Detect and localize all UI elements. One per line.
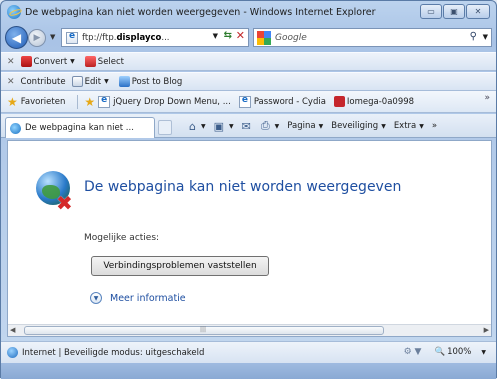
contribute-toolbar: ✕ Contribute Edit ▼ Post to Blog	[1, 72, 496, 91]
window-bottom-edge	[1, 363, 496, 379]
blog-icon	[118, 76, 130, 87]
search-options-dropdown-icon[interactable]: ▼	[483, 33, 488, 41]
page-icon	[238, 95, 251, 108]
title-bar: De webpagina kan niet worden weergegeven…	[1, 1, 496, 23]
edit-icon	[71, 76, 83, 87]
feeds-button[interactable]: ▣ ▼	[214, 120, 234, 133]
error-heading: De webpagina kan niet worden weergegeven	[84, 179, 402, 195]
mail-icon: ✉	[241, 119, 251, 133]
favorites-overflow-icon[interactable]: »	[484, 93, 490, 103]
mail-button[interactable]: ✉	[242, 120, 253, 133]
chevron-down-icon: ▼	[104, 78, 109, 85]
recent-pages-dropdown[interactable]: ▼	[50, 33, 55, 41]
favorites-bar: ★ Favorieten ★ jQuery Drop Down Menu, ..…	[1, 91, 496, 113]
favorite-link-jquery[interactable]: jQuery Drop Down Menu, ...	[98, 95, 231, 108]
post-to-blog-button[interactable]: Post to Blog	[118, 76, 182, 87]
network-error-icon: ✖	[36, 171, 73, 215]
tab-current[interactable]: De webpagina kan niet ...	[5, 117, 155, 138]
page-content: ✖ De webpagina kan niet worden weergegev…	[7, 140, 492, 337]
browser-window: De webpagina kan niet worden weergegeven…	[0, 0, 497, 379]
back-button[interactable]: ◀	[5, 26, 28, 49]
zoom-level[interactable]: 100%	[447, 347, 471, 357]
stop-icon[interactable]: ✕	[236, 29, 245, 42]
contribute-button[interactable]: Contribute	[21, 77, 66, 87]
window-controls: ▭ ▣ ✕	[420, 4, 490, 19]
commandbar-overflow-icon[interactable]: »	[432, 121, 437, 131]
maximize-button[interactable]: ▣	[443, 4, 465, 19]
close-toolbar-icon[interactable]: ✕	[7, 57, 15, 67]
convert-button[interactable]: Convert ▼	[20, 56, 79, 67]
internet-explorer-icon	[10, 122, 21, 134]
close-button[interactable]: ✕	[466, 4, 490, 19]
favorite-link-cydia[interactable]: Password - Cydia	[238, 95, 326, 108]
zoom-dropdown-icon[interactable]: ▼	[481, 349, 486, 356]
actions-label: Mogelijke acties:	[84, 233, 160, 243]
zoom-icon[interactable]: 🔍	[434, 347, 445, 357]
scroll-left-icon[interactable]: ◀	[10, 326, 15, 334]
home-icon: ⌂	[189, 119, 196, 133]
expand-chevron-icon: ▼	[90, 292, 102, 304]
address-dropdown-icon[interactable]: ▼	[213, 32, 218, 40]
forward-button[interactable]: ▶	[28, 29, 46, 47]
home-button[interactable]: ⌂ ▼	[189, 120, 206, 133]
command-bar: ⌂ ▼ ▣ ▼ ✉ ⎙ ▼ Pagina ▼ Beveiliging ▼ Extra ▼ »	[189, 119, 445, 133]
page-icon	[98, 95, 111, 108]
diagnose-connection-button[interactable]: Verbindingsproblemen vaststellen	[91, 256, 269, 276]
scrollbar-thumb[interactable]: |||	[24, 326, 384, 335]
convert-toolbar: ✕ Convert ▼ Select	[1, 52, 496, 71]
add-favorite-icon[interactable]: ★	[84, 95, 95, 109]
more-information-link[interactable]: ▼ Meer informatie	[90, 292, 186, 304]
status-text: Internet | Beveiligde modus: uitgeschake…	[22, 347, 205, 358]
favorite-link-iomega[interactable]: Iomega-0a0998	[333, 96, 414, 107]
rss-icon: ▣	[213, 119, 225, 133]
close-toolbar-icon[interactable]: ✕	[7, 77, 15, 87]
convert-icon	[20, 56, 32, 67]
favorites-button[interactable]: ★ Favorieten	[7, 95, 65, 109]
extra-menu[interactable]: Extra ▼	[394, 121, 424, 131]
internet-zone-icon	[7, 347, 18, 358]
window-title: De webpagina kan niet worden weergegeven…	[25, 6, 376, 18]
search-box[interactable]: Google ⚲ ▼	[253, 28, 492, 47]
scroll-right-icon[interactable]: ▶	[484, 326, 489, 334]
protected-mode-icon[interactable]: ⚙ ▼	[404, 347, 422, 357]
search-input[interactable]: Google	[275, 33, 307, 43]
select-button[interactable]: Select	[84, 56, 124, 67]
search-icon[interactable]: ⚲	[470, 31, 477, 42]
navigation-bar: ◀ ▶ ▼ ftp://ftp.displayco... ▼ ⇆ ✕ Googl…	[1, 25, 496, 51]
tab-row: De webpagina kan niet ... ⌂ ▼ ▣ ▼ ✉ ⎙ ▼ Pag…	[1, 114, 496, 138]
pagina-menu[interactable]: Pagina ▼	[287, 121, 323, 131]
status-controls: ⚙ ▼ 🔍 100% ▼	[404, 347, 486, 357]
chevron-down-icon: ▼	[70, 58, 75, 65]
page-icon	[66, 31, 78, 44]
error-x-icon: ✖	[56, 191, 73, 215]
new-tab-button[interactable]	[158, 120, 172, 135]
print-button[interactable]: ⎙ ▼	[261, 119, 279, 133]
edit-button[interactable]: Edit ▼	[71, 76, 113, 87]
status-bar: Internet | Beveiligde modus: uitgeschake…	[1, 341, 496, 363]
beveiliging-menu[interactable]: Beveiliging ▼	[331, 121, 386, 131]
google-icon	[257, 30, 271, 45]
refresh-icon[interactable]: ⇆	[224, 30, 232, 41]
address-text[interactable]: ftp://ftp.displayco...	[82, 33, 170, 43]
minimize-button[interactable]: ▭	[420, 4, 442, 19]
star-icon: ★	[7, 94, 18, 109]
print-icon: ⎙	[260, 119, 270, 132]
address-bar[interactable]: ftp://ftp.displayco... ▼ ⇆ ✕	[61, 28, 249, 47]
select-icon	[84, 56, 96, 67]
iomega-icon	[333, 96, 345, 107]
divider	[77, 94, 79, 109]
horizontal-scrollbar[interactable]: ◀ ||| ▶	[8, 324, 491, 336]
internet-explorer-icon	[7, 5, 21, 19]
